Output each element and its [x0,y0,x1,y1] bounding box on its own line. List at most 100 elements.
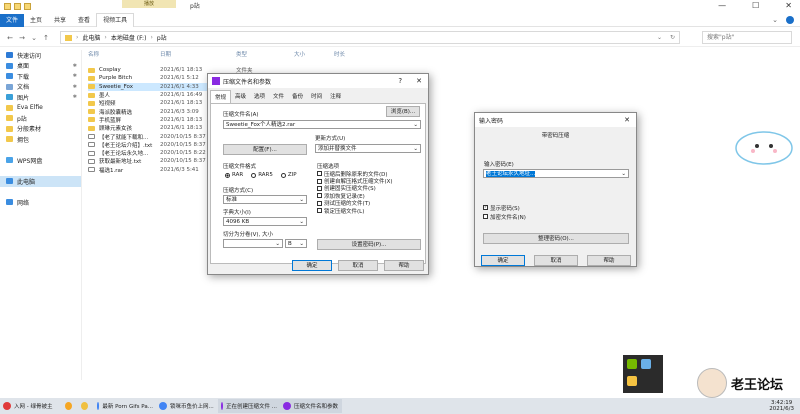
quick-access-toolbar[interactable] [4,3,31,10]
app-icon [283,402,291,410]
taskbar-item[interactable] [78,399,94,413]
split-unit-select[interactable]: B ⌄ [285,239,307,248]
taskbar-item[interactable] [62,399,78,413]
sidebar-item[interactable]: p站 [0,113,81,124]
column-length[interactable]: 时长 [334,50,364,60]
close-icon[interactable]: ✕ [416,77,422,85]
help-icon[interactable]: ? [398,77,402,85]
sidebar-item[interactable]: 桌面 ✱ [0,61,81,72]
close-icon[interactable]: ✕ [785,1,792,10]
sidebar-item[interactable]: 此电脑 [0,176,81,187]
refresh-icon[interactable]: ↻ [670,34,675,41]
column-size[interactable]: 大小 [294,50,334,60]
tab-comment[interactable]: 注释 [326,90,345,103]
breadcrumb[interactable]: › 此电脑 › 本地磁盘 (F:) › p站 ⌄ ↻ [60,31,680,44]
nvidia-icon[interactable] [627,359,637,369]
tab-time[interactable]: 时间 [307,90,326,103]
tab-advanced[interactable]: 高级 [231,90,250,103]
forward-icon[interactable]: → [16,34,28,42]
help-button[interactable]: 帮助 [587,255,631,266]
breadcrumb-item[interactable]: 本地磁盘 (F:) [111,33,147,42]
tab-view[interactable]: 查看 [72,14,96,27]
sidebar-item[interactable]: 分般素材 [0,124,81,135]
sidebar-item-label: 网络 [17,199,30,207]
tab-file[interactable]: 文件 [0,13,25,27]
encrypt-names-checkbox[interactable]: 加密文件名(N) [483,213,526,221]
checkbox-icon[interactable] [14,3,21,10]
close-icon[interactable]: ✕ [624,116,630,124]
archive-name-input[interactable]: Sweetie_Fox个人精选2.rar ⌄ [223,120,421,129]
context-tab[interactable]: 播放 [122,0,176,8]
sidebar-item[interactable]: WPS网盘 [0,155,81,166]
breadcrumb-item[interactable]: 此电脑 [82,33,100,42]
up-icon[interactable]: ↑ [40,34,52,42]
sidebar-item[interactable]: 下载 ✱ [0,71,81,82]
chevron-down-icon[interactable]: ⌄ [772,16,778,24]
format-radios: RAR RAR5 ZIP [225,172,297,178]
folder-icon [88,100,95,106]
tab-share[interactable]: 共享 [48,14,72,27]
column-name[interactable]: 名称 [88,50,160,60]
sidebar-item[interactable]: Eva Elfie [0,103,81,114]
taskbar-item[interactable]: 入网 - 绿骨被主 [0,399,62,413]
format-rar5-radio[interactable]: RAR5 [251,172,273,178]
show-password-checkbox[interactable]: ✓ 显示密码(S) [483,204,520,212]
app-icon[interactable] [641,359,651,369]
tab-backup[interactable]: 备份 [288,90,307,103]
folder-icon [4,3,11,10]
method-select[interactable]: 标准 ⌄ [223,195,307,204]
column-type[interactable]: 类型 [236,50,294,60]
tab-options[interactable]: 选项 [250,90,269,103]
update-mode-select[interactable]: 添加并替换文件 ⌄ [315,144,421,153]
search-input[interactable]: 搜索"p站" [702,31,792,44]
sidebar-item[interactable]: 拥包 [0,134,81,145]
tab-video-tools[interactable]: 视频工具 [96,13,135,27]
browse-button[interactable]: 浏览(B)... [386,106,420,117]
profiles-button[interactable]: 配置(F)... [223,144,307,155]
clock[interactable]: 3:42:19 2021/6/3 [769,400,794,412]
split-size-input[interactable]: ⌄ [223,239,283,248]
ok-button[interactable]: 确定 [481,255,525,266]
app-icon [3,402,11,410]
tab-home[interactable]: 主页 [24,14,48,27]
format-zip-radio[interactable]: ZIP [280,172,297,178]
format-rar-radio[interactable]: RAR [225,172,243,178]
dialog-titlebar: 压缩文件名和参数 ? ✕ [208,74,428,88]
back-icon[interactable]: ← [4,34,16,42]
sidebar-item[interactable]: 图片 ✱ [0,92,81,103]
archive-dialog: 压缩文件名和参数 ? ✕ 常规 高级 选项 文件 备份 时间 注释 压缩文件名(… [207,73,429,275]
organize-passwords-button[interactable]: 整理密码(O)... [483,233,629,244]
ok-button[interactable]: 确定 [292,260,332,271]
help-icon[interactable] [786,16,794,24]
sidebar-item[interactable]: 文档 ✱ [0,82,81,93]
sidebar-item[interactable]: 快速访问 [0,50,81,61]
minimize-icon[interactable]: — [718,1,726,10]
taskbar-item[interactable]: 压缩文件名和参数 [280,399,342,413]
tab-general[interactable]: 常规 [210,90,232,103]
pin-icon: ✱ [72,94,77,101]
maximize-icon[interactable]: ☐ [752,1,759,10]
dict-select[interactable]: 4096 KB ⌄ [223,217,307,226]
option-lock[interactable]: 锁定压缩文件(L) [317,207,421,215]
password-input[interactable]: 老王论坛永久地址... ⌄ [483,169,629,178]
taskbar-item[interactable]: 最新 Porn Gifs Pa... [94,399,156,413]
breadcrumb-item[interactable]: p站 [157,33,167,42]
sidebar-item[interactable]: 网络 [0,197,81,208]
tab-files[interactable]: 文件 [269,90,288,103]
options-group: 压缩后删除原来的文件(D) 创建自解压格式压缩文件(X) 创建固实压缩文件(S)… [317,170,421,215]
cancel-button[interactable]: 取消 [338,260,378,271]
cancel-button[interactable]: 取消 [534,255,578,266]
help-button[interactable]: 帮助 [384,260,424,271]
taskbar-item[interactable]: 正在创建压缩文件 ... [218,399,280,413]
column-date[interactable]: 日期 [160,50,236,60]
sidebar-item-label: 图片 [17,94,30,102]
set-password-button[interactable]: 设置密码(P)... [317,239,421,250]
taskbar-item[interactable]: 锁咪币鱼价上网... [156,399,218,413]
chevron-down-icon[interactable]: ⌄ [657,34,662,41]
mascot-bubble-icon [735,131,793,165]
folder-icon [88,109,95,115]
pin-icon: ✱ [72,62,77,69]
app-icon[interactable] [627,376,637,386]
app-icon [221,402,223,410]
chevron-down-icon[interactable]: ⌄ [28,34,40,42]
